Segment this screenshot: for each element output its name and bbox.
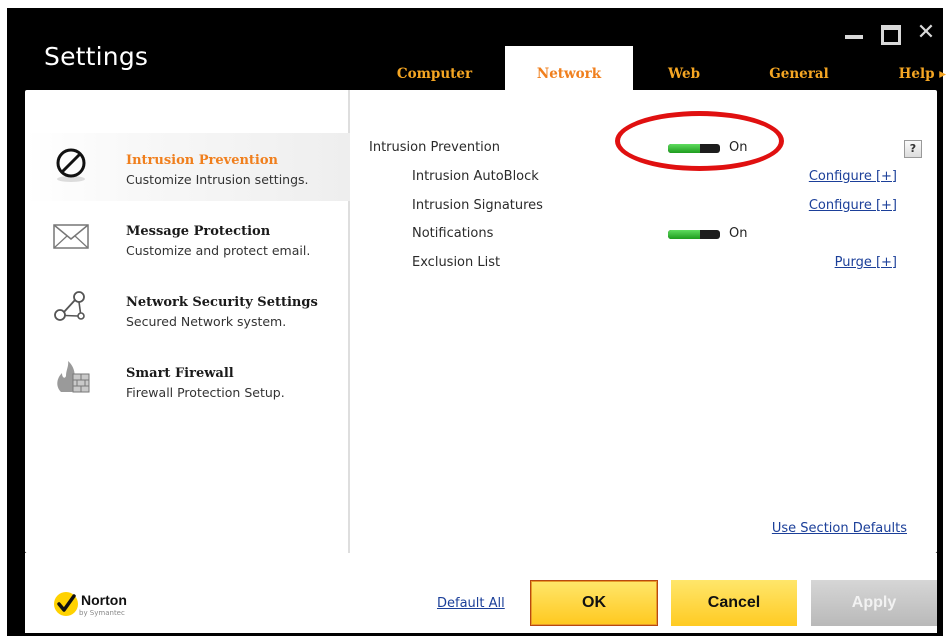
- sidebar-item-title: Message Protection: [126, 224, 271, 239]
- setting-label-exclusion-list: Exclusion List: [412, 255, 501, 270]
- settings-window: Settings ✕ Computer Network Web General …: [7, 8, 946, 636]
- checkmark-icon: [54, 591, 78, 616]
- autoblock-configure-link[interactable]: Configure [+]: [809, 169, 897, 184]
- prohibited-icon: [56, 148, 86, 182]
- tab-general[interactable]: General: [739, 46, 859, 90]
- top-strip: [0, 0, 949, 8]
- window-controls: ✕: [843, 22, 937, 45]
- use-section-defaults-link[interactable]: Use Section Defaults: [772, 521, 907, 536]
- bottom-strip: [0, 636, 949, 643]
- screen: Settings ✕ Computer Network Web General …: [0, 0, 949, 643]
- sidebar-item-subtitle: Customize and protect email.: [126, 243, 311, 258]
- sidebar-item-message-protection[interactable]: Message Protection Customize and protect…: [25, 204, 350, 272]
- sidebar-item-subtitle: Secured Network system.: [126, 314, 287, 329]
- notifications-toggle[interactable]: [668, 230, 720, 239]
- tab-help[interactable]: Help ▸: [872, 46, 949, 90]
- norton-logo: Norton by Symantec: [53, 590, 127, 617]
- tab-web[interactable]: Web: [639, 46, 729, 90]
- setting-label-notifications: Notifications: [412, 226, 494, 241]
- sidebar-item-title: Network Security Settings: [126, 295, 318, 310]
- intrusion-prevention-toggle[interactable]: [668, 144, 720, 153]
- signatures-configure-link[interactable]: Configure [+]: [809, 198, 897, 213]
- notifications-toggle-state: On: [729, 226, 748, 241]
- sidebar-item-title: Smart Firewall: [126, 366, 234, 381]
- footer: Norton by Symantec Default All OK Cancel…: [25, 553, 937, 633]
- logo-text: Norton: [81, 592, 127, 608]
- envelope-icon: [53, 224, 89, 249]
- sidebar-item-subtitle: Firewall Protection Setup.: [126, 385, 285, 400]
- tab-bar: Computer Network Web General Help ▸: [367, 46, 949, 90]
- tab-network[interactable]: Network: [505, 46, 633, 90]
- exclusion-purge-link[interactable]: Purge [+]: [835, 255, 897, 270]
- sidebar: Intrusion Prevention Customize Intrusion…: [25, 90, 350, 553]
- firewall-icon: [57, 361, 90, 393]
- sidebar-item-intrusion-prevention[interactable]: Intrusion Prevention Customize Intrusion…: [25, 133, 350, 201]
- sidebar-item-subtitle: Customize Intrusion settings.: [126, 172, 309, 187]
- ok-button[interactable]: OK: [530, 580, 658, 626]
- settings-panel: Intrusion Prevention On ? Intrusion Auto…: [352, 90, 937, 553]
- logo-subtext: by Symantec: [79, 609, 125, 617]
- setting-label-intrusion-signatures: Intrusion Signatures: [412, 198, 543, 213]
- cancel-button[interactable]: Cancel: [671, 580, 797, 626]
- sidebar-item-title: Intrusion Prevention: [126, 153, 278, 168]
- setting-label-intrusion-autoblock: Intrusion AutoBlock: [412, 169, 539, 184]
- sidebar-item-smart-firewall[interactable]: Smart Firewall Firewall Protection Setup…: [25, 346, 350, 414]
- tab-computer[interactable]: Computer: [367, 46, 502, 90]
- close-icon[interactable]: ✕: [915, 22, 937, 44]
- apply-button[interactable]: Apply: [811, 580, 937, 626]
- default-all-link[interactable]: Default All: [437, 596, 505, 611]
- minimize-icon[interactable]: [843, 22, 865, 44]
- sidebar-item-network-security-settings[interactable]: Network Security Settings Secured Networ…: [25, 275, 350, 343]
- intrusion-prevention-toggle-state: On: [729, 140, 748, 155]
- help-icon[interactable]: ?: [904, 140, 922, 158]
- maximize-icon[interactable]: [879, 22, 901, 45]
- window-title: Settings: [44, 42, 149, 71]
- content-area: Intrusion Prevention Customize Intrusion…: [25, 90, 937, 553]
- network-nodes-icon: [54, 291, 85, 321]
- setting-label-intrusion-prevention: Intrusion Prevention: [369, 140, 500, 155]
